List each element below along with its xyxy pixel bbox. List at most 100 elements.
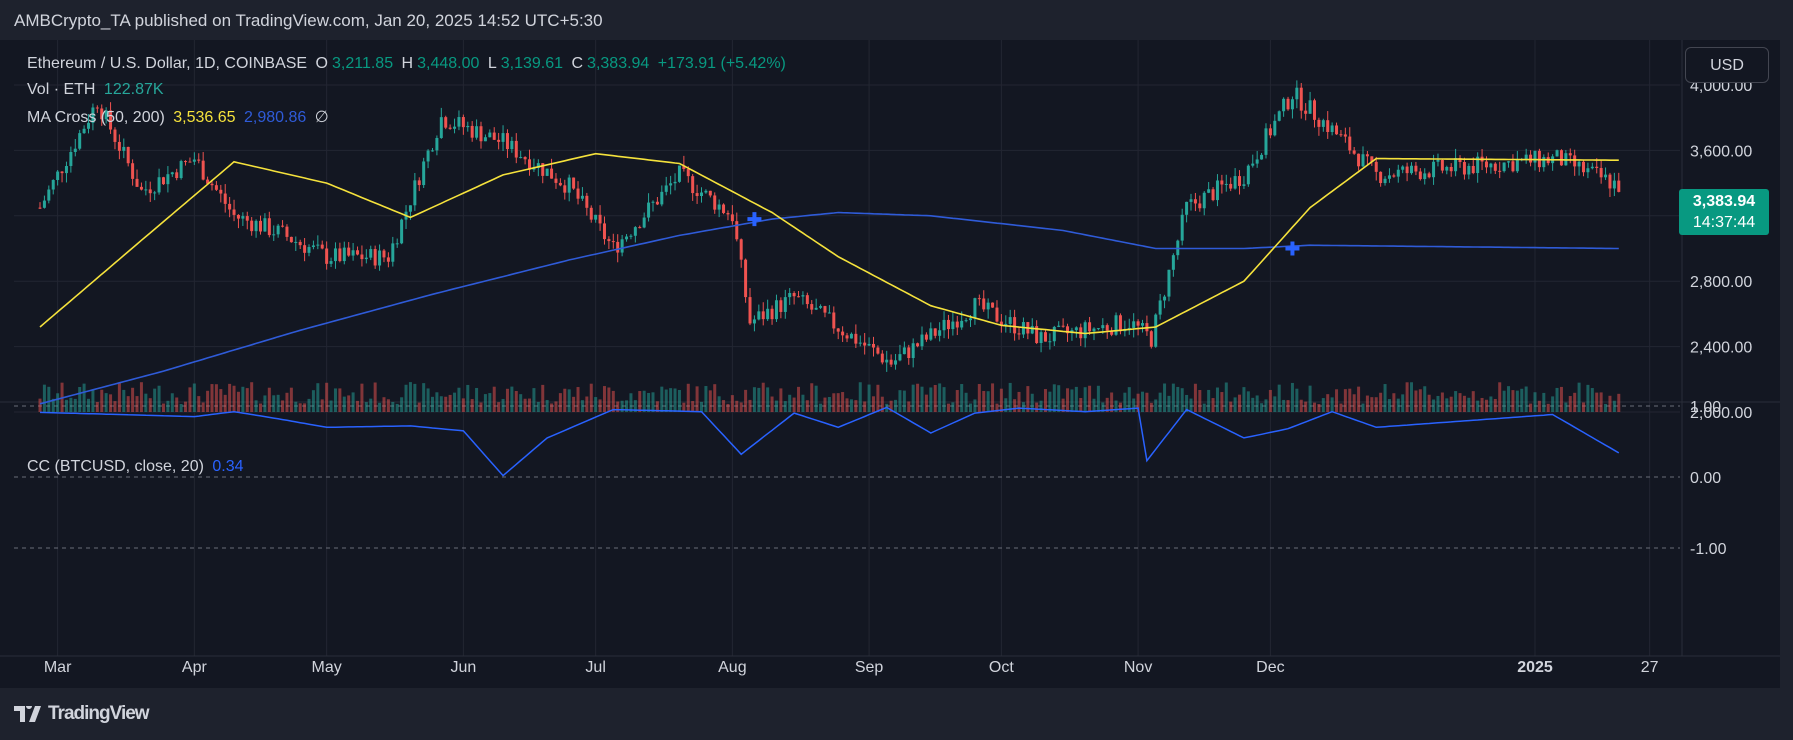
volume-bar [311, 390, 315, 412]
candle-body [730, 214, 734, 222]
volume-bar [166, 400, 170, 412]
publisher-line: AMBCrypto_TA published on TradingView.co… [14, 11, 603, 30]
volume-bar [594, 397, 598, 412]
ma-fast-value: 3,536.65 [173, 109, 236, 126]
volume-bar [153, 388, 157, 412]
cc-line [39, 406, 1620, 477]
candle-body [1498, 170, 1502, 172]
volume-bar [259, 403, 262, 412]
candle-body [969, 318, 973, 321]
candle-body [219, 189, 223, 194]
candle-body [1484, 161, 1488, 168]
candle-body [153, 192, 157, 194]
volume-bar [999, 388, 1003, 412]
volume-bar [920, 386, 924, 412]
volume-bar [382, 397, 386, 412]
cc-legend: CC (BTCUSD, close, 20) 0.34 [27, 458, 248, 476]
volume-bar [1052, 384, 1056, 412]
volume-bar [1365, 395, 1369, 412]
ma-cross-marker-icon [1285, 241, 1300, 256]
volume-bar [854, 400, 858, 412]
candle-body [1057, 325, 1061, 327]
volume-bar [929, 387, 933, 412]
candle-body [505, 133, 509, 150]
volume-bar [135, 396, 139, 412]
candle-body [378, 250, 382, 266]
volume-bar [104, 393, 108, 412]
candle-body [60, 171, 64, 174]
candle-body [779, 300, 783, 312]
volume-bar [1432, 399, 1436, 412]
volume-bar [528, 398, 532, 412]
candle-body [497, 139, 501, 142]
volume-bar [69, 397, 73, 412]
candle-body [1282, 98, 1286, 112]
volume-bar [651, 392, 655, 412]
volume-bar [448, 394, 452, 412]
eth-usd-chart[interactable]: 4,000.003,600.003,200.002,800.002,400.00… [0, 40, 1780, 688]
candle-body [254, 220, 258, 232]
candle-body [929, 328, 933, 340]
volume-bar [303, 403, 307, 412]
volume-bar [117, 382, 121, 412]
candle-body [1343, 134, 1347, 137]
volume-bar [797, 386, 801, 412]
volume-bar [1193, 383, 1197, 412]
candle-body [1039, 332, 1043, 344]
cc-tick-label: -1.00 [1690, 541, 1727, 558]
volume-bar [1326, 394, 1330, 412]
volume-bar [1251, 397, 1255, 412]
price-tick-label: 2,400.00 [1690, 340, 1752, 357]
volume-bar [598, 399, 602, 412]
ma-cross-label[interactable]: MA Cross (50, 200) [27, 109, 165, 126]
volume-bar [1502, 390, 1506, 412]
candle-body [391, 243, 395, 262]
high-value: 3,448.00 [417, 55, 480, 72]
volume-bar [664, 389, 668, 412]
cc-label[interactable]: CC (BTCUSD, close, 20) [27, 458, 204, 475]
candle-body [845, 335, 849, 339]
volume-bar [1449, 396, 1453, 412]
candle-body [303, 245, 307, 253]
candle-body [117, 141, 121, 151]
candle-body [422, 161, 426, 186]
currency-button[interactable]: USD [1685, 47, 1769, 83]
volume-bar [161, 403, 165, 412]
candle-body [519, 157, 523, 159]
candle-body [1445, 166, 1449, 171]
volume-bar [1590, 388, 1594, 412]
close-value: 3,383.94 [587, 55, 650, 72]
candle-body [1013, 317, 1017, 334]
candle-body [964, 320, 968, 322]
volume-bar [1392, 393, 1396, 412]
volume-bar [814, 385, 818, 412]
volume-bar [739, 402, 743, 412]
candle-body [563, 185, 567, 193]
volume-bar [1480, 397, 1484, 412]
candle-body [285, 226, 289, 237]
volume-bar [823, 397, 827, 412]
volume-bar [210, 384, 214, 412]
volume-bar [805, 400, 809, 412]
candle-body [1092, 328, 1096, 332]
volume-bar [541, 384, 545, 412]
volume-bar [686, 383, 690, 412]
volume-bar [695, 386, 699, 412]
candle-body [356, 250, 360, 255]
volume-bar [1546, 403, 1550, 412]
open-label: O [315, 55, 328, 72]
symbol-title[interactable]: Ethereum / U.S. Dollar, 1D, COINBASE [27, 55, 307, 72]
volume-bar [325, 382, 329, 412]
volume-bar [933, 384, 937, 412]
volume-bar [783, 401, 787, 412]
candle-body [717, 204, 721, 210]
volume-bar [1220, 392, 1224, 412]
candle-body [1171, 255, 1175, 270]
candle-body [607, 239, 611, 242]
volume-bar [1207, 389, 1211, 412]
ohlc-legend: Ethereum / U.S. Dollar, 1D, COINBASE O 3,… [27, 55, 790, 73]
candle-body [1462, 162, 1466, 175]
volume-label[interactable]: Vol · ETH [27, 81, 95, 98]
candle-body [1410, 165, 1414, 174]
tradingview-footer[interactable]: TradingView [14, 703, 150, 725]
